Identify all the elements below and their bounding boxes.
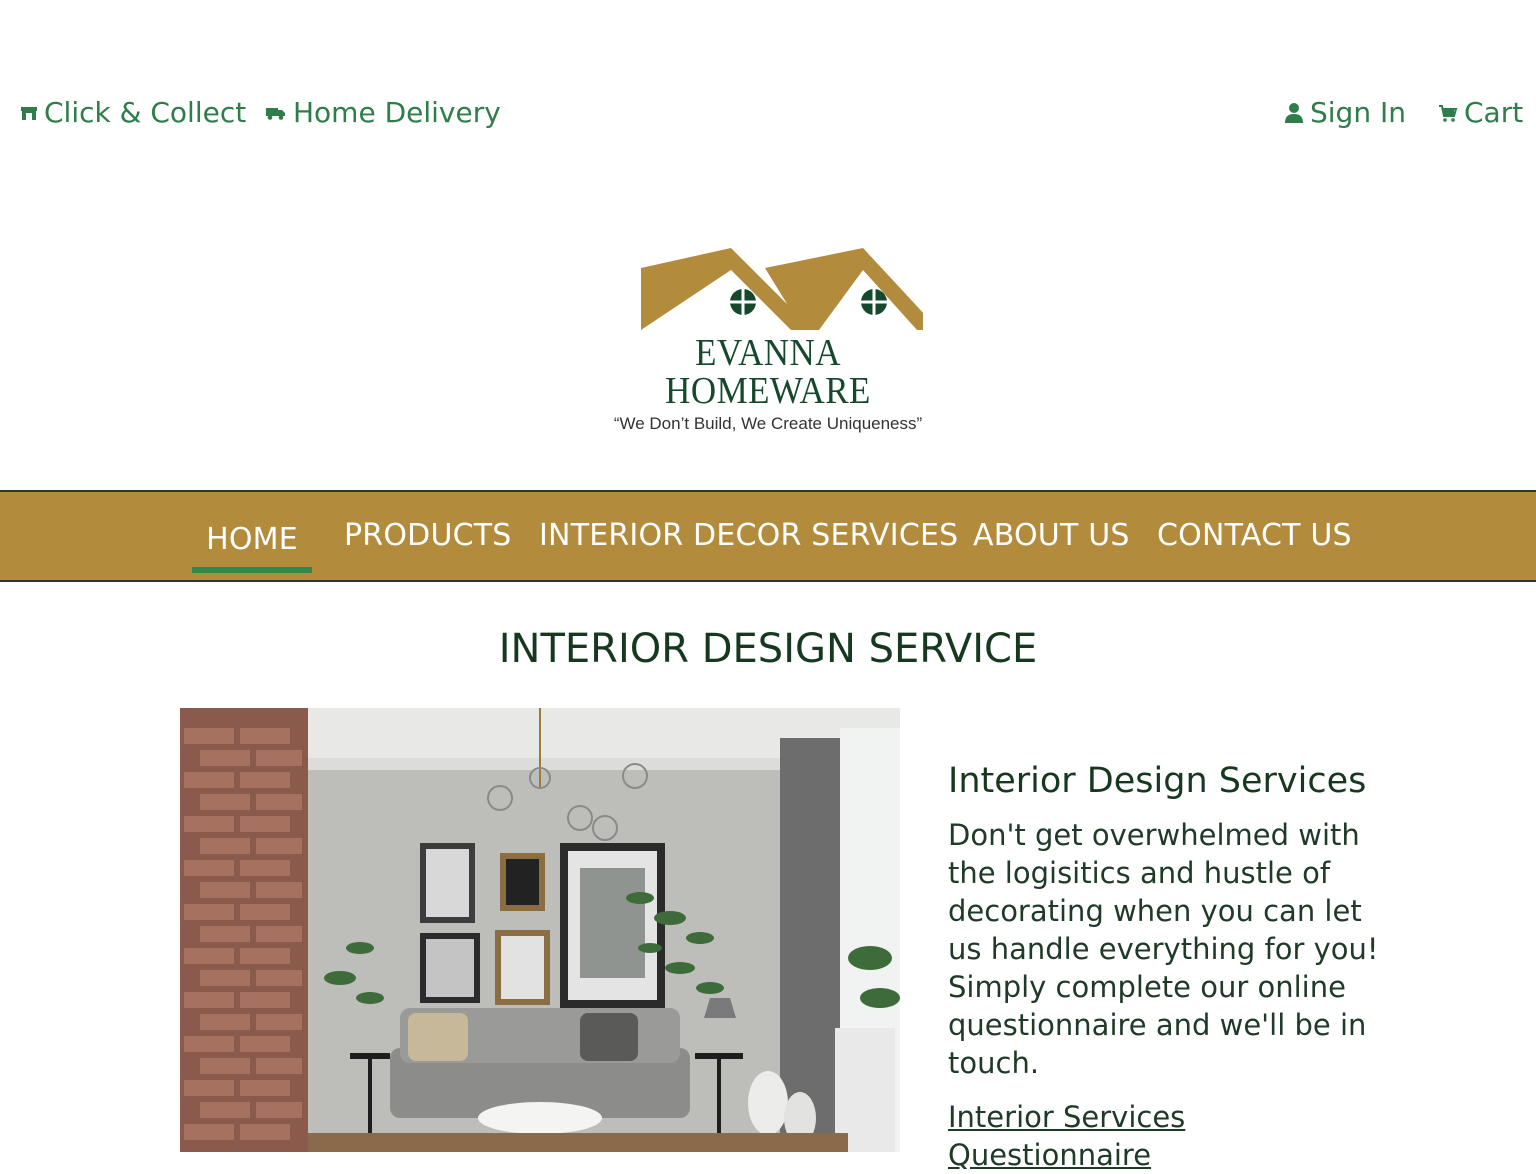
- user-icon: [1285, 102, 1303, 123]
- cart-link[interactable]: Cart: [1438, 96, 1523, 129]
- logo-tagline: “We Don’t Build, We Create Uniqueness”: [613, 414, 923, 433]
- sign-in-link[interactable]: Sign In: [1284, 96, 1406, 129]
- home-delivery-label: Home Delivery: [293, 96, 501, 129]
- nav-item-products[interactable]: PRODUCTS: [344, 518, 512, 553]
- click-collect-link[interactable]: Click & Collect: [20, 96, 246, 129]
- section-heading: Interior Design Services: [948, 761, 1367, 801]
- service-description: Interior Design Services Don't get overw…: [948, 760, 1388, 1174]
- page-title: INTERIOR DESIGN SERVICE: [498, 626, 1038, 672]
- logo-wordmark: EVANNA HOMEWARE: [665, 332, 871, 412]
- nav-item-contact-us[interactable]: CONTACT US: [1157, 518, 1352, 553]
- cart-icon: [1439, 104, 1458, 122]
- home-delivery-link[interactable]: Home Delivery: [265, 96, 501, 129]
- site-logo[interactable]: EVANNA HOMEWARE “We Don’t Build, We Crea…: [588, 244, 948, 433]
- nav-item-home[interactable]: HOME: [192, 522, 312, 573]
- store-icon: [21, 106, 37, 120]
- nav-item-interior-decor-services[interactable]: INTERIOR DECOR SERVICES: [539, 518, 958, 553]
- top-utility-bar: Click & Collect Home Delivery Sign In Ca…: [0, 96, 1536, 140]
- section-body: Don't get overwhelmed with the logisitic…: [948, 818, 1379, 1080]
- main-navigation: HOME PRODUCTS INTERIOR DECOR SERVICES AB…: [0, 490, 1536, 582]
- nav-item-about-us[interactable]: ABOUT US: [973, 518, 1130, 553]
- sign-in-label: Sign In: [1310, 96, 1406, 129]
- living-room-photo: [180, 708, 900, 1152]
- cart-label: Cart: [1464, 96, 1524, 129]
- truck-icon: [266, 107, 285, 120]
- questionnaire-link[interactable]: Interior Services Questionnaire: [948, 1098, 1388, 1174]
- house-roofs-icon: [641, 248, 923, 330]
- click-collect-label: Click & Collect: [44, 96, 247, 129]
